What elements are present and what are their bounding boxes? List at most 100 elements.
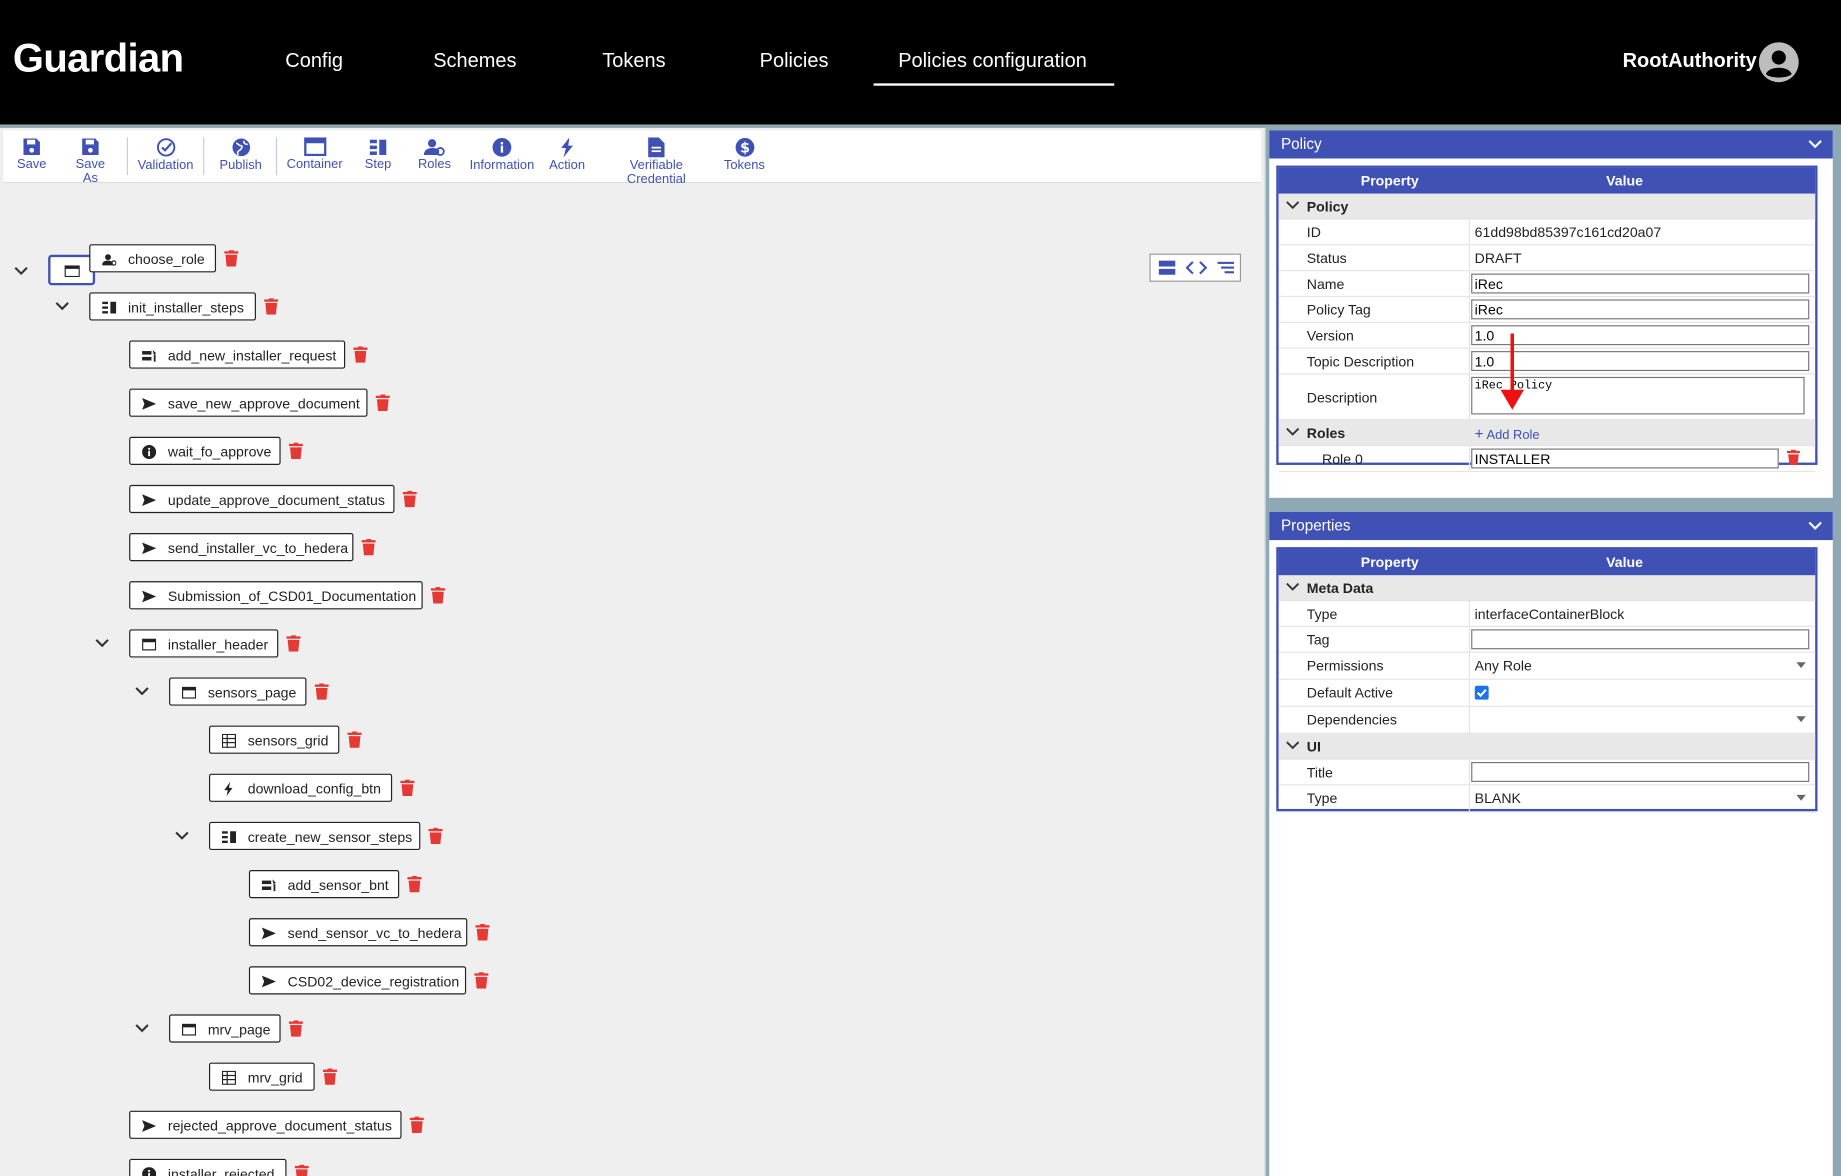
chevron-down-icon[interactable] — [94, 635, 110, 651]
dropdown-arrow-icon[interactable] — [1796, 662, 1806, 669]
row-dependencies[interactable]: Dependencies — [1278, 706, 1816, 734]
policy-panel-header[interactable]: Policy — [1269, 130, 1833, 159]
delete-icon[interactable] — [353, 346, 368, 363]
policy-tree-panel: Save Save As Validation Publish Containe… — [0, 127, 1266, 1176]
tree-node-add-sensor-bnt[interactable]: add_sensor_bnt — [248, 870, 400, 899]
tree-node-installer-rejected[interactable]: installer_rejected — [129, 1158, 287, 1176]
step-button[interactable]: Step — [362, 137, 395, 179]
delete-icon[interactable] — [407, 875, 422, 893]
chevron-down-icon[interactable] — [1807, 518, 1823, 534]
blocks-view-icon[interactable] — [1156, 258, 1177, 277]
tree-node-add-new-installer-request[interactable]: add_new_installer_request — [129, 340, 346, 369]
tokens-button[interactable]: $ Tokens — [723, 137, 765, 179]
row-ui-type[interactable]: Type BLANK — [1278, 785, 1816, 813]
chevron-down-icon[interactable] — [1286, 198, 1300, 212]
delete-icon[interactable] — [409, 1116, 424, 1134]
delete-icon[interactable] — [430, 587, 445, 604]
container-button[interactable]: Container — [285, 137, 344, 179]
group-ui[interactable]: UI — [1278, 733, 1816, 760]
chevron-down-icon[interactable] — [54, 298, 70, 314]
chevron-down-icon[interactable] — [1286, 425, 1300, 439]
title-input[interactable] — [1471, 761, 1810, 782]
delete-icon[interactable] — [375, 394, 390, 411]
delete-icon[interactable] — [347, 731, 362, 748]
properties-panel-header[interactable]: Properties — [1269, 511, 1833, 541]
delete-icon[interactable] — [288, 442, 303, 460]
group-policy[interactable]: Policy — [1278, 193, 1816, 220]
tree-node-choose-role[interactable]: choose_role — [89, 244, 217, 273]
information-button[interactable]: Information — [470, 137, 534, 179]
delete-icon[interactable] — [361, 538, 376, 556]
tag-input[interactable] — [1471, 629, 1810, 650]
guardian-logo[interactable]: Guardian — [13, 36, 184, 82]
delete-icon[interactable] — [474, 972, 489, 989]
delete-icon[interactable] — [1786, 449, 1800, 465]
delete-icon[interactable] — [475, 924, 490, 941]
save-as-button[interactable]: Save As — [67, 137, 114, 186]
delete-icon[interactable] — [428, 827, 443, 845]
col-value: Value — [1606, 172, 1644, 190]
delete-icon[interactable] — [286, 635, 301, 652]
nav-config[interactable]: Config — [285, 49, 343, 72]
nav-schemes[interactable]: Schemes — [433, 49, 516, 72]
save-button[interactable]: Save — [15, 137, 48, 179]
chevron-down-icon[interactable] — [1286, 739, 1300, 753]
tree-node-update-approve-document-status[interactable]: update_approve_document_status — [129, 484, 395, 514]
root-container-node[interactable] — [48, 254, 96, 286]
delete-icon[interactable] — [264, 298, 279, 315]
nav-policies[interactable]: Policies — [760, 49, 829, 72]
tree-node-init-installer-steps[interactable]: init_installer_steps — [89, 292, 256, 321]
dropdown-arrow-icon[interactable] — [1796, 716, 1806, 723]
tree-node-send-installer-vc-to-hedera[interactable]: send_installer_vc_to_hedera — [129, 533, 354, 562]
tree-node-mrv-grid[interactable]: mrv_grid — [208, 1062, 315, 1091]
ui-type-select[interactable]: BLANK — [1475, 790, 1521, 806]
nav-policies-configuration[interactable]: Policies configuration — [898, 49, 1087, 72]
chevron-down-icon[interactable] — [1807, 136, 1823, 152]
chevron-down-icon[interactable] — [174, 828, 190, 844]
chevron-down-icon[interactable] — [13, 263, 29, 279]
tree-node-sensors-grid[interactable]: sensors_grid — [208, 725, 340, 754]
delete-icon[interactable] — [224, 250, 239, 267]
send-icon — [261, 927, 276, 940]
dropdown-arrow-icon[interactable] — [1796, 794, 1806, 801]
delete-icon[interactable] — [288, 1020, 303, 1037]
chevron-down-icon[interactable] — [1286, 580, 1300, 594]
default-active-checkbox[interactable] — [1474, 685, 1489, 700]
delete-icon[interactable] — [314, 683, 329, 700]
tree-node-wait-fo-approve[interactable]: wait_fo_approve — [129, 436, 281, 465]
action-button[interactable]: Action — [547, 137, 587, 179]
tree-node-mrv-page[interactable]: mrv_page — [169, 1014, 281, 1043]
verifiable-credential-button[interactable]: Verifiable Credential — [600, 137, 713, 187]
tree-node-download-config-btn[interactable]: download_config_btn — [208, 773, 393, 802]
tree-node-installer-header[interactable]: installer_header — [129, 629, 279, 658]
user-name[interactable]: RootAuthority — [1623, 49, 1757, 72]
tree-node-submission-of-csd01-documentation[interactable]: Submission_of_CSD01_Documentation — [129, 581, 423, 610]
permissions-select[interactable]: Any Role — [1475, 658, 1532, 674]
chevron-down-icon[interactable] — [134, 1020, 150, 1036]
group-meta-data[interactable]: Meta Data — [1278, 575, 1816, 602]
publish-button[interactable]: Publish — [216, 137, 265, 179]
tree-node-save-new-approve-document[interactable]: save_new_approve_document — [129, 388, 368, 417]
nav-tokens[interactable]: Tokens — [602, 49, 665, 72]
tree-node-rejected-approve-document-status[interactable]: rejected_approve_document_status — [129, 1110, 402, 1139]
validation-button[interactable]: Validation — [136, 137, 195, 179]
delete-icon[interactable] — [294, 1164, 309, 1176]
delete-icon[interactable] — [400, 779, 415, 797]
policy-tag-input[interactable] — [1471, 299, 1810, 320]
row-permissions[interactable]: Permissions Any Role — [1278, 652, 1816, 680]
tree-node-send-sensor-vc-to-hedera[interactable]: send_sensor_vc_to_hedera — [248, 918, 468, 947]
delete-icon[interactable] — [322, 1068, 337, 1085]
code-view-icon[interactable] — [1185, 258, 1207, 277]
tree-node-create-new-sensor-steps[interactable]: create_new_sensor_steps — [208, 821, 421, 851]
chevron-down-icon[interactable] — [134, 683, 150, 699]
name-input[interactable] — [1471, 273, 1810, 294]
role-0-input[interactable] — [1471, 448, 1779, 469]
tree-node-sensors-page[interactable]: sensors_page — [169, 677, 307, 706]
tree-node-csd02-device-registration[interactable]: CSD02_device_registration — [248, 966, 467, 995]
delete-icon[interactable] — [402, 490, 417, 508]
tree-view-icon[interactable] — [1215, 258, 1236, 277]
add-role-button[interactable]: + Add Role — [1475, 425, 1540, 443]
account-circle-icon[interactable] — [1758, 41, 1800, 83]
group-roles[interactable]: Roles + Add Role — [1278, 420, 1816, 447]
roles-button[interactable]: Roles — [418, 137, 451, 179]
